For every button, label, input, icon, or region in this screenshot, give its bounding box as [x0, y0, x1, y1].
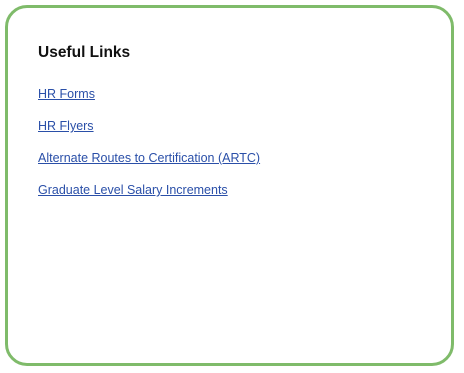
- card-title: Useful Links: [38, 44, 131, 61]
- list-item: Graduate Level Salary Increments: [38, 181, 260, 213]
- useful-links-card: Useful Links HR Forms HR Flyers Alternat…: [5, 5, 454, 366]
- list-item: HR Forms: [38, 85, 260, 117]
- links-list: HR Forms HR Flyers Alternate Routes to C…: [38, 85, 260, 213]
- link-graduate-salary-increments[interactable]: Graduate Level Salary Increments: [38, 183, 228, 197]
- link-hr-forms[interactable]: HR Forms: [38, 87, 95, 101]
- link-alternate-routes-certification[interactable]: Alternate Routes to Certification (ARTC): [38, 151, 260, 165]
- list-item: Alternate Routes to Certification (ARTC): [38, 149, 260, 181]
- list-item: HR Flyers: [38, 117, 260, 149]
- link-hr-flyers[interactable]: HR Flyers: [38, 119, 94, 133]
